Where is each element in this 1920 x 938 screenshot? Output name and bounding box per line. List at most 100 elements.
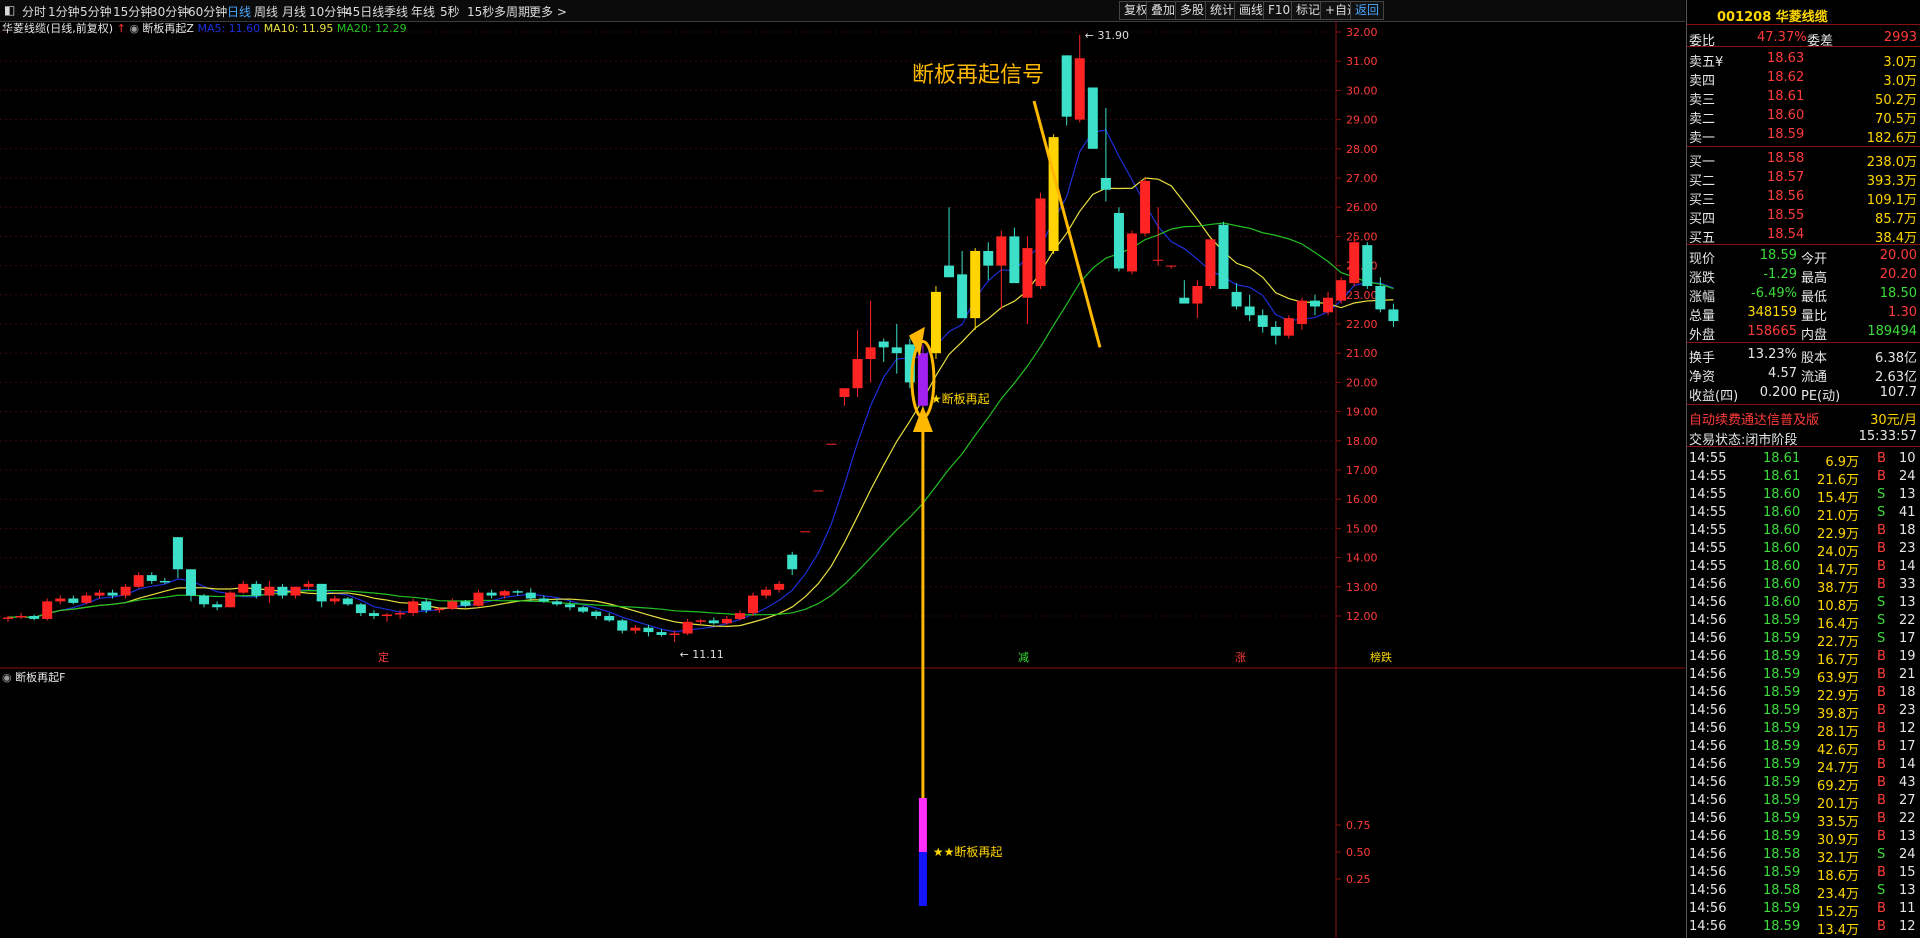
period-tab-14[interactable]: 15秒 [467, 3, 494, 20]
candle-body [1205, 239, 1216, 287]
quote-row-2: 净资 4.57 流通 2.63亿 [1689, 366, 1917, 385]
period-tab-8[interactable]: 月线 [282, 3, 306, 20]
candle-body [16, 616, 27, 618]
indicator-name[interactable]: 断板再起Z [142, 22, 194, 35]
period-tab-7[interactable]: 周线 [254, 3, 278, 20]
tick-row: 14:55 18.61 6.9万 B 10 [1689, 451, 1916, 470]
candle-body [172, 537, 183, 570]
y-tick-label: 28.00 [1346, 143, 1378, 156]
candle-body [970, 251, 981, 319]
tick-row: 14:56 18.58 23.4万 S 13 [1689, 883, 1916, 902]
candle-body [578, 607, 589, 612]
candle-body [630, 627, 641, 631]
candle-body [120, 586, 131, 596]
candle-body [1323, 297, 1334, 313]
y-tick-label: 26.00 [1346, 201, 1378, 214]
y-tick-label: 21.00 [1346, 347, 1378, 360]
candle-body [251, 583, 262, 596]
ask-row: 卖一 18.59 182.6万 [1689, 127, 1917, 146]
tick-row: 14:56 18.59 24.7万 B 14 [1689, 757, 1916, 776]
sub-indicator-header: ◉ 断板再起F [2, 669, 65, 685]
candle-body [55, 598, 66, 602]
sub-y-tick-label: 0.50 [1346, 846, 1371, 859]
candle-body [368, 613, 379, 616]
period-tab-2[interactable]: 5分钟 [80, 3, 112, 20]
circle-toggle-icon[interactable]: ◉ [129, 22, 139, 35]
period-tab-15[interactable]: 多周期 [494, 3, 530, 20]
period-tab-6[interactable]: 日线 [227, 3, 251, 20]
period-tab-5[interactable]: 60分钟 [188, 3, 227, 20]
period-tab-3[interactable]: 15分钟 [113, 3, 152, 20]
quote-row: 涨跌 -1.29 最高 20.20 [1689, 267, 1917, 286]
candle-body [499, 591, 510, 596]
candle-body [447, 601, 458, 609]
ma10-line [7, 177, 1394, 627]
sub-y-tick-label: 0.25 [1346, 873, 1371, 886]
panel-divider [1687, 46, 1920, 47]
bid-row: 买三 18.56 109.1万 [1689, 189, 1917, 208]
period-tab-13[interactable]: 5秒 [440, 3, 460, 20]
candle-body [1127, 233, 1138, 272]
candle-body [395, 613, 406, 615]
ask-row: 卖三 18.61 50.2万 [1689, 89, 1917, 108]
trade-status: 交易状态:闭市阶段 15:33:57 [1689, 429, 1917, 448]
quote-row-2: 收益(四) 0.200 PE(动) 107.7 [1689, 385, 1917, 404]
panel-divider [1687, 244, 1920, 245]
candle-body [617, 620, 628, 631]
candle-body [486, 592, 497, 596]
period-tab-11[interactable]: 季线 [384, 3, 408, 20]
signal-annotation: 断板再起信号 [912, 63, 1045, 88]
stock-header: 001208 华菱线缆 [1717, 10, 1828, 25]
candle-body [225, 592, 236, 608]
period-tab-12[interactable]: 年线 [411, 3, 435, 20]
kline-chart[interactable]: 32.00 31.00 30.00 29.00 28.00 27.00 26.00 25.00… [0, 21, 1685, 938]
y-tick-label: 15.00 [1346, 522, 1378, 535]
tick-row: 14:55 18.61 21.6万 B 24 [1689, 469, 1916, 488]
toolbar-button-8[interactable]: 返回 [1350, 1, 1385, 20]
sub-indicator-name[interactable]: 断板再起F [15, 671, 65, 684]
period-tab-10[interactable]: 45日线 [345, 3, 384, 20]
period-tab-0[interactable]: 分时 [22, 3, 46, 20]
tick-row: 14:55 18.60 24.0万 B 23 [1689, 541, 1916, 560]
tick-row: 14:56 18.59 18.6万 B 15 [1689, 865, 1916, 884]
stock-label: 华菱线缆(日线,前复权) [2, 22, 114, 35]
candle-body [81, 595, 92, 603]
y-tick-label: 27.00 [1346, 172, 1378, 185]
order-ratio-row: 委比 47.37% 委差 2993 [1689, 30, 1917, 49]
period-tab-4[interactable]: 30分钟 [150, 3, 189, 20]
candle-body [94, 592, 105, 596]
tick-row: 14:56 18.59 20.1万 B 27 [1689, 793, 1916, 812]
bid-row: 买四 18.55 85.7万 [1689, 208, 1917, 227]
candle-body [800, 531, 811, 533]
candle-body [643, 627, 654, 633]
candle-body [342, 598, 353, 605]
candle-body [290, 586, 301, 596]
y-tick-label: 20.00 [1346, 376, 1378, 389]
toolbar-button-2[interactable]: 多股 [1175, 1, 1210, 20]
candle-body [721, 618, 732, 624]
circle-toggle-icon[interactable]: ◉ [2, 671, 12, 684]
layout-toggle-icon[interactable]: ◧ [4, 3, 15, 17]
candle-body [930, 291, 941, 354]
candle-body [1375, 286, 1386, 310]
period-tab-9[interactable]: 10分钟 [309, 3, 348, 20]
candle-body [29, 616, 40, 619]
candle-body [682, 621, 693, 634]
kline-svg[interactable]: 32.00 31.00 30.00 29.00 28.00 27.00 26.00 25.00… [0, 21, 1685, 938]
candle-body [1166, 265, 1177, 267]
candle-body [185, 569, 196, 596]
candle-body [761, 589, 772, 596]
candle-body [355, 604, 366, 614]
candle-body [747, 595, 758, 614]
candle-body [1296, 300, 1307, 324]
y-tick-label: 17.00 [1346, 464, 1378, 477]
candle-body [1283, 318, 1294, 336]
candle-body [1022, 248, 1033, 298]
candle-body [865, 347, 876, 360]
candle-body [146, 575, 157, 581]
period-tab-16[interactable]: 更多 > [529, 3, 567, 20]
period-tab-1[interactable]: 1分钟 [48, 3, 80, 20]
panel-divider [1687, 446, 1920, 447]
ma10-label: MA10: 11.95 [263, 22, 334, 35]
candle-body [1349, 242, 1360, 284]
